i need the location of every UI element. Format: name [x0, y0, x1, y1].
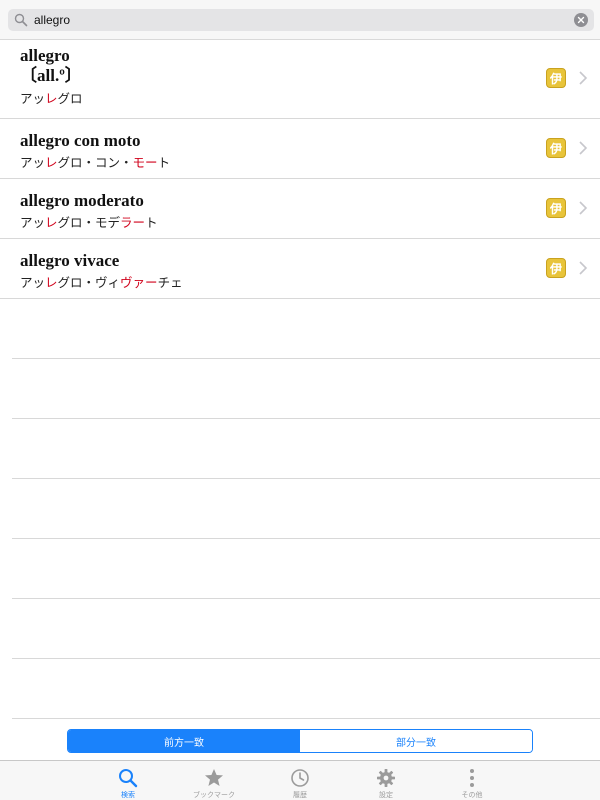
result-row[interactable]: allegro 〔all.º〕 アッレグロ 伊: [0, 40, 600, 119]
close-icon: [577, 16, 585, 24]
reading-text: グロ: [57, 91, 83, 106]
tab-bar: 検索 ブックマーク 履歴 設定 その他: [0, 760, 600, 800]
reading-text: グロ・モデ: [57, 215, 121, 230]
result-reading: アッレグロ・モデラート: [20, 215, 600, 231]
reading-highlight: モー: [132, 155, 158, 170]
empty-row-divider: [12, 478, 600, 479]
empty-row-divider: [12, 358, 600, 359]
search-icon: [14, 13, 28, 27]
chevron-right-icon: [579, 141, 588, 155]
empty-row-divider: [12, 718, 600, 719]
reading-highlight: レ: [45, 155, 58, 170]
reading-text: グロ・ヴィ: [57, 275, 121, 290]
segment-prefix-match[interactable]: 前方一致: [68, 730, 300, 752]
results-list: allegro 〔all.º〕 アッレグロ 伊 allegro con moto…: [0, 40, 600, 299]
clear-search-button[interactable]: [574, 13, 588, 27]
result-term: allegro: [20, 46, 70, 65]
result-reading: アッレグロ・コン・モート: [20, 155, 600, 171]
search-field[interactable]: [8, 9, 594, 31]
search-input[interactable]: [30, 9, 570, 31]
result-row[interactable]: allegro moderato アッレグロ・モデラート 伊: [0, 179, 600, 239]
reading-text: グロ・コン・: [57, 155, 133, 170]
search-icon: [119, 769, 138, 788]
clock-icon: [291, 769, 309, 787]
language-badge-icon: 伊: [546, 138, 566, 158]
tab-label: 履歴: [293, 791, 307, 799]
tab-settings[interactable]: 設定: [343, 761, 429, 800]
tab-label: その他: [461, 791, 483, 799]
search-bar: [0, 0, 600, 40]
match-mode-bar: 前方一致 部分一致: [0, 722, 600, 760]
empty-row-divider: [12, 658, 600, 659]
reading-highlight: レ: [45, 215, 58, 230]
reading-highlight: ラー: [120, 215, 146, 230]
result-term: allegro vivace: [20, 251, 120, 270]
gear-icon: [377, 769, 395, 787]
segment-partial-match[interactable]: 部分一致: [300, 730, 532, 752]
reading-highlight: レ: [45, 275, 58, 290]
tab-label: ブックマーク: [193, 791, 235, 799]
tab-label: 検索: [121, 791, 135, 799]
tab-more[interactable]: その他: [429, 761, 515, 800]
tab-bookmark[interactable]: ブックマーク: [171, 761, 257, 800]
reading-text: チェ: [157, 275, 183, 290]
result-term: allegro con moto: [20, 131, 141, 150]
result-abbreviation: 〔all.º〕: [20, 66, 82, 85]
tab-label: 設定: [379, 791, 393, 799]
reading-text: アッ: [20, 91, 46, 106]
language-badge-icon: 伊: [546, 68, 566, 88]
result-reading: アッレグロ: [20, 91, 600, 107]
tab-search[interactable]: 検索: [85, 761, 171, 800]
reading-highlight: レ: [45, 91, 58, 106]
empty-row-divider: [12, 598, 600, 599]
reading-text: アッ: [20, 275, 46, 290]
reading-text: アッ: [20, 215, 46, 230]
match-mode-segmented-control: 前方一致 部分一致: [67, 729, 533, 753]
more-vertical-icon: [470, 769, 474, 787]
chevron-right-icon: [579, 201, 588, 215]
empty-row-divider: [12, 538, 600, 539]
reading-text: ト: [157, 155, 171, 170]
reading-highlight: ヴァー: [120, 275, 158, 290]
language-badge-icon: 伊: [546, 258, 566, 278]
result-term: allegro moderato: [20, 191, 144, 210]
reading-text: ト: [145, 215, 158, 230]
empty-row-divider: [12, 418, 600, 419]
result-row[interactable]: allegro vivace アッレグロ・ヴィヴァーチェ 伊: [0, 239, 600, 299]
tab-history[interactable]: 履歴: [257, 761, 343, 800]
result-reading: アッレグロ・ヴィヴァーチェ: [20, 275, 600, 291]
result-row[interactable]: allegro con moto アッレグロ・コン・モート 伊: [0, 119, 600, 179]
chevron-right-icon: [579, 71, 588, 85]
language-badge-icon: 伊: [546, 198, 566, 218]
reading-text: アッ: [20, 155, 46, 170]
star-icon: [205, 769, 223, 786]
chevron-right-icon: [579, 261, 588, 275]
